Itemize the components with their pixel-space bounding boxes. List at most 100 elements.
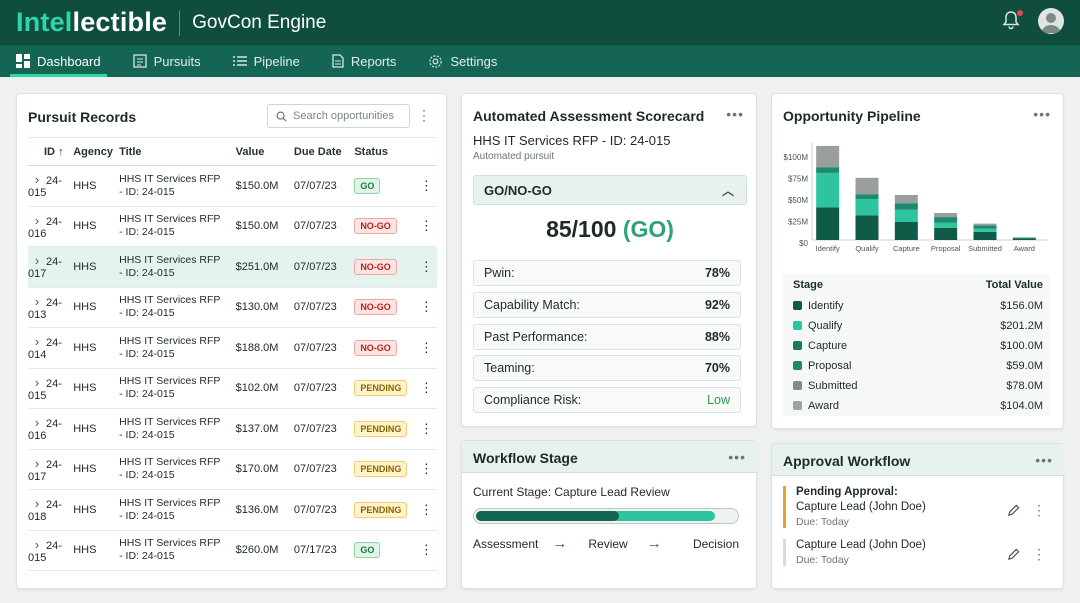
expand-chevron-icon[interactable]: › xyxy=(28,456,46,471)
table-row[interactable]: › 24-016 HHS HHS IT Services RFP - ID: 24-0… xyxy=(28,408,437,450)
bar-segment[interactable] xyxy=(855,177,879,195)
avatar[interactable] xyxy=(1038,8,1064,34)
expand-chevron-icon[interactable]: › xyxy=(28,294,46,309)
col-agency[interactable]: Agency xyxy=(67,137,120,166)
cell-value: $136.0M xyxy=(235,489,294,531)
row-more-menu-icon[interactable]: ⋮ xyxy=(415,246,437,288)
status-badge: NO-GO xyxy=(354,299,397,316)
expand-chevron-icon[interactable]: › xyxy=(28,496,46,511)
bar-segment[interactable] xyxy=(973,223,997,226)
logo[interactable]: Intellectible xyxy=(16,7,167,38)
bar-segment[interactable] xyxy=(894,222,918,240)
bar-segment[interactable] xyxy=(973,228,997,232)
gonogo-accordion[interactable]: GO/NO-GO ︿ xyxy=(473,175,747,205)
row-more-menu-icon[interactable]: ⋮ xyxy=(415,165,437,207)
more-menu-icon[interactable]: ••• xyxy=(728,449,746,465)
cell-due-date: 07/07/23 xyxy=(293,206,355,247)
cell-value: $137.0M xyxy=(235,408,294,450)
col-status[interactable]: Status xyxy=(354,137,416,166)
scorecard-subtitle-2: Automated pursuit xyxy=(473,151,555,162)
card-title: Pursuit Records xyxy=(28,109,137,125)
cell-value: $102.0M xyxy=(235,368,294,409)
col-due-date[interactable]: Due Date xyxy=(293,137,355,166)
col-title[interactable]: Title xyxy=(119,137,236,166)
stage-row: Submitted $78.0M xyxy=(783,376,1050,396)
nav-dashboard[interactable]: Dashboard xyxy=(10,45,107,77)
bar-segment[interactable] xyxy=(973,231,997,240)
col-value[interactable]: Value xyxy=(235,137,294,166)
expand-chevron-icon[interactable]: › xyxy=(28,375,46,390)
bar-segment[interactable] xyxy=(816,145,840,168)
bar-segment[interactable] xyxy=(855,199,879,216)
table-row[interactable]: › 24-016 HHS HHS IT Services RFP - ID: 24-0… xyxy=(28,206,437,247)
row-more-menu-icon[interactable]: ⋮ xyxy=(415,206,437,247)
more-menu-icon[interactable]: ⋮ xyxy=(1032,502,1047,519)
bar-segment[interactable] xyxy=(894,203,918,210)
table-row[interactable]: › 24-017 HHS HHS IT Services RFP - ID: 24-0… xyxy=(28,246,437,288)
nav-pipeline[interactable]: Pipeline xyxy=(232,45,300,77)
nav-pursuits[interactable]: Pursuits xyxy=(132,45,201,77)
expand-chevron-icon[interactable]: › xyxy=(28,213,46,228)
nav-label: Pipeline xyxy=(253,53,300,69)
table-row[interactable]: › 24-014 HHS HHS IT Services RFP - ID: 24-0… xyxy=(28,327,437,369)
table-row[interactable]: › 24-015 HHS HHS IT Services RFP - ID: 24-0… xyxy=(28,368,437,409)
search-input[interactable] xyxy=(293,110,403,122)
edit-pencil-icon[interactable] xyxy=(1007,504,1020,517)
nav-reports[interactable]: Reports xyxy=(332,45,396,77)
cell-due-date: 07/07/23 xyxy=(293,165,355,207)
table-row[interactable]: › 24-017 HHS HHS IT Services RFP - ID: 24-0… xyxy=(28,449,437,490)
more-menu-icon[interactable]: ⋮ xyxy=(417,107,432,124)
expand-chevron-icon[interactable]: › xyxy=(28,537,46,552)
table-row[interactable]: › 24-018 HHS HHS IT Services RFP - ID: 24-0… xyxy=(28,489,437,531)
cell-title-text: HHS IT Services RFP - ID: 24-015 xyxy=(119,294,221,320)
row-more-menu-icon[interactable]: ⋮ xyxy=(415,408,437,450)
row-more-menu-icon[interactable]: ⋮ xyxy=(415,489,437,531)
bar-segment[interactable] xyxy=(1012,238,1036,240)
x-tick-label: Identify xyxy=(816,244,840,253)
stage-row: Qualify $201.2M xyxy=(783,316,1050,336)
stage-name: Proposal xyxy=(808,360,852,372)
bar-segment[interactable] xyxy=(855,194,879,200)
expand-chevron-icon[interactable]: › xyxy=(28,415,46,430)
row-more-menu-icon[interactable]: ⋮ xyxy=(415,287,437,328)
bar-segment[interactable] xyxy=(1012,237,1036,239)
row-more-menu-icon[interactable]: ⋮ xyxy=(415,327,437,369)
nav-settings[interactable]: Settings xyxy=(428,45,497,77)
row-more-menu-icon[interactable]: ⋮ xyxy=(415,530,437,571)
bar-segment[interactable] xyxy=(816,172,840,208)
expand-chevron-icon[interactable]: › xyxy=(28,334,46,349)
nav-label: Dashboard xyxy=(37,53,101,69)
col-id[interactable]: ID ↑ xyxy=(28,137,68,166)
bar-segment[interactable] xyxy=(973,225,997,229)
more-menu-icon[interactable]: ••• xyxy=(1033,106,1051,122)
x-tick-label: Qualify xyxy=(855,244,879,253)
bar-segment[interactable] xyxy=(894,195,918,204)
notifications-bell-icon[interactable] xyxy=(1002,10,1023,32)
table-row[interactable]: › 24-013 HHS HHS IT Services RFP - ID: 24-0… xyxy=(28,287,437,328)
row-more-menu-icon[interactable]: ⋮ xyxy=(415,368,437,409)
cell-due-date: 07/07/23 xyxy=(293,449,355,490)
expand-chevron-icon[interactable]: › xyxy=(28,253,46,268)
bar-segment[interactable] xyxy=(934,222,958,228)
row-more-menu-icon[interactable]: ⋮ xyxy=(415,449,437,490)
more-menu-icon[interactable]: ⋮ xyxy=(1032,546,1047,563)
more-menu-icon[interactable]: ••• xyxy=(726,106,744,122)
bar-segment[interactable] xyxy=(934,213,958,218)
score-value: 85/100 xyxy=(546,216,617,242)
bar-segment[interactable] xyxy=(816,207,840,240)
expand-chevron-icon[interactable]: › xyxy=(28,172,46,187)
top-bar: Intellectible GovCon Engine xyxy=(0,0,1080,45)
bar-segment[interactable] xyxy=(934,227,958,240)
card-header: Approval Workflow ••• xyxy=(772,444,1065,476)
edit-pencil-icon[interactable] xyxy=(1007,548,1020,561)
bar-segment[interactable] xyxy=(934,217,958,223)
table-row[interactable]: › 24-015 HHS HHS IT Services RFP - ID: 24-0… xyxy=(28,530,437,571)
bar-segment[interactable] xyxy=(816,167,840,173)
bar-segment[interactable] xyxy=(855,215,879,240)
cell-status: PENDING xyxy=(354,368,416,409)
bar-segment[interactable] xyxy=(894,209,918,222)
cell-status: PENDING xyxy=(354,408,416,450)
search-box[interactable] xyxy=(267,104,410,128)
table-row[interactable]: › 24-015 HHS HHS IT Services RFP - ID: 24-0… xyxy=(28,165,437,207)
more-menu-icon[interactable]: ••• xyxy=(1035,452,1053,468)
